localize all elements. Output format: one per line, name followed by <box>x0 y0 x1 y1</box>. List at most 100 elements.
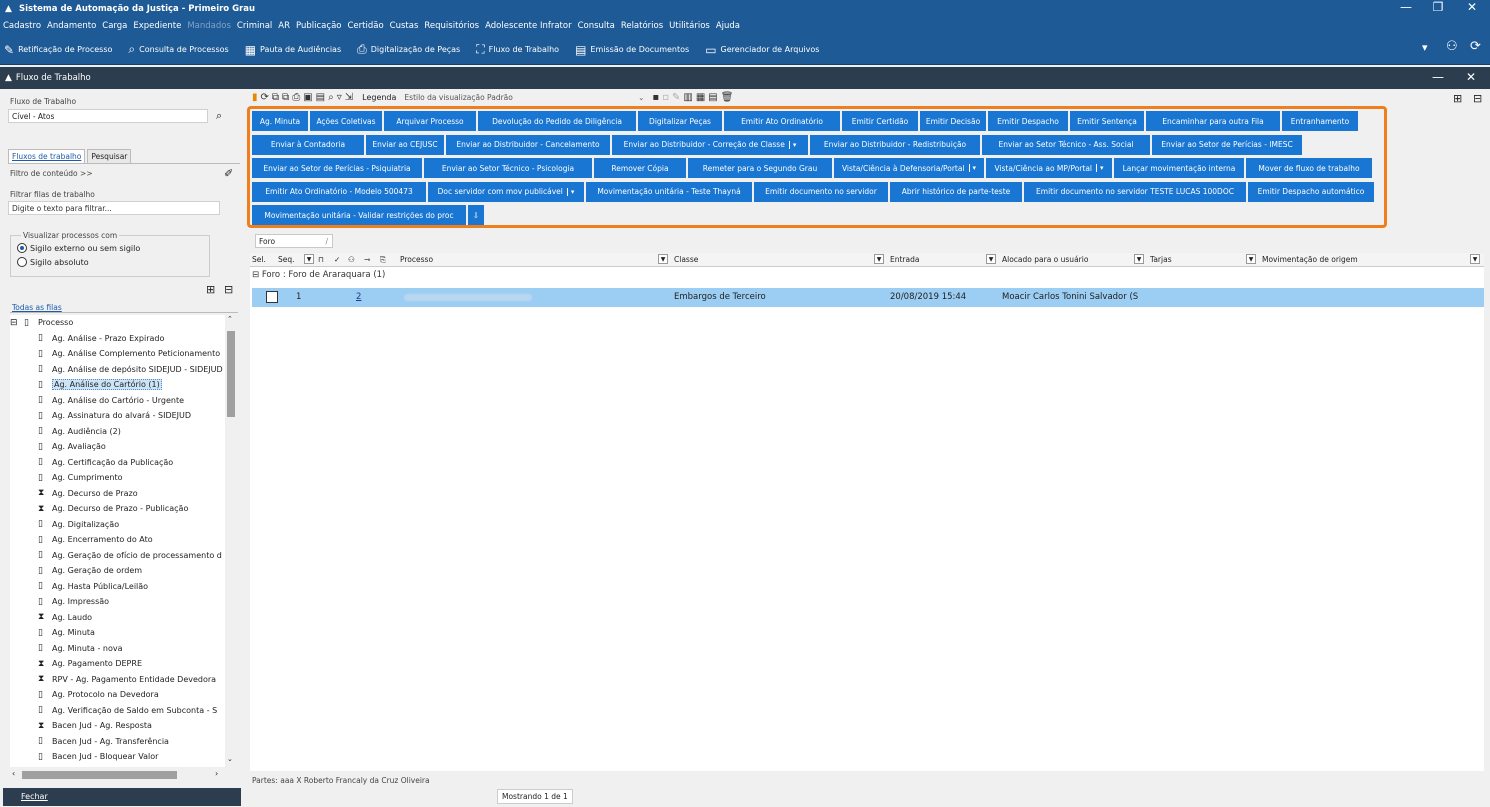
menu-item-15[interactable]: Ajuda <box>716 21 740 31</box>
tree-item[interactable]: ▯ Ag. Avaliação <box>10 439 225 455</box>
col-entrada[interactable]: Entrada <box>890 255 919 264</box>
zoom-icon[interactable]: ⌕ <box>328 92 334 103</box>
search-icon[interactable]: ⌕ <box>216 109 222 123</box>
print-icon[interactable]: ⎙ <box>292 92 300 103</box>
tree-item[interactable]: ▯ Bacen Jud - Ag. Transferência <box>10 734 225 750</box>
panel-close-button[interactable]: ✕ <box>1466 70 1476 84</box>
entrada-dropdown-icon[interactable]: ▼ <box>986 254 996 264</box>
scroll-thumb[interactable] <box>227 331 235 417</box>
menu-item-7[interactable]: Publicação <box>296 21 341 31</box>
refresh-icon[interactable]: ⟳ <box>261 92 269 103</box>
dropdown-arrow-icon[interactable]: ▾ <box>1422 41 1428 54</box>
action-button[interactable]: Devolução do Pedido de Diligência <box>478 111 636 131</box>
radio-sigilo-absoluto[interactable]: Sigilo absoluto <box>17 257 209 267</box>
action-button[interactable]: Encaminhar para outra Fila <box>1146 111 1280 131</box>
filtro-conteudo-link[interactable]: Filtro de conteúdo >> <box>10 169 93 178</box>
menu-item-6[interactable]: AR <box>278 21 290 31</box>
action-button[interactable]: Emitir documento no servidor TESTE LUCAS… <box>1024 181 1246 202</box>
seq-dropdown-icon[interactable]: ▼ <box>304 254 314 264</box>
columns-icon[interactable]: ▥ <box>683 92 692 103</box>
action-button[interactable]: Digitalizar Peças <box>638 111 722 131</box>
tree-item[interactable]: ▯ Ag. Encerramento do Ato <box>10 532 225 548</box>
radio-off-icon[interactable] <box>17 257 27 267</box>
new-icon[interactable]: ▮ <box>252 92 258 103</box>
delete-icon[interactable]: 🗑 <box>721 92 734 103</box>
tree-item[interactable]: ⧗ RPV - Ag. Pagamento Entidade Devedora <box>10 672 225 688</box>
filtrar-filas-input[interactable]: Digite o texto para filtrar... <box>8 201 220 215</box>
tree-item[interactable]: ▯ Ag. Impressão <box>10 594 225 610</box>
col-tarjas[interactable]: Tarjas <box>1150 255 1172 264</box>
people-icon[interactable]: ⚇ <box>348 255 355 264</box>
more-buttons-icon[interactable]: ⇩ <box>468 205 484 225</box>
bookmark-icon[interactable]: ⊓ <box>318 255 324 264</box>
layout-icon[interactable]: ▤ <box>708 92 717 103</box>
menu-item-12[interactable]: Consulta <box>578 21 615 31</box>
legenda-label[interactable]: Legenda <box>362 93 396 102</box>
tree-item[interactable]: ▯ Ag. Análise do Cartório - Urgente <box>10 393 225 409</box>
action-button[interactable]: Ações Coletivas <box>310 111 382 131</box>
action-button[interactable]: Emitir Ato Ordinatório <box>724 111 840 131</box>
menu-item-5[interactable]: Criminal <box>237 21 272 31</box>
expand-all-icon[interactable]: ⊞ <box>206 283 215 296</box>
tree-vertical-scrollbar[interactable]: ⌃ ⌄ <box>225 315 237 767</box>
split-caret-icon[interactable]: ▾ <box>788 140 796 149</box>
tree-collapse-icon[interactable]: ⊟ <box>1473 92 1482 105</box>
col-seq[interactable]: Seq. <box>278 255 295 264</box>
action-button[interactable]: Emitir Certidão <box>842 111 918 131</box>
action-button[interactable]: Enviar ao Distribuidor - Redistribuição <box>810 134 980 155</box>
close-window-button[interactable]: ✕ <box>1454 0 1490 17</box>
action-button[interactable]: Movimentação unitária - Teste Thayná <box>586 181 752 202</box>
restore-button[interactable]: ❐ <box>1420 0 1456 17</box>
todas-filas-tab[interactable]: Todas as filas <box>12 303 62 312</box>
action-button[interactable]: Remeter para o Segundo Grau <box>688 158 832 178</box>
action-button[interactable]: Abrir histórico de parte-teste <box>890 181 1022 202</box>
tree-item[interactable]: ⧗ Ag. Decurso de Prazo - Publicação <box>10 501 225 517</box>
menu-item-13[interactable]: Relatórios <box>621 21 663 31</box>
toolbar-item-5[interactable]: ▤ Emissão de Documentos <box>575 43 689 57</box>
split-caret-icon[interactable]: ▾ <box>968 164 976 172</box>
filter-icon[interactable]: ▿ <box>337 92 342 103</box>
tree-item[interactable]: ▯ Ag. Cumprimento <box>10 470 225 486</box>
chevron-down-icon[interactable]: ⌄ <box>638 93 644 102</box>
toolbar-item-4[interactable]: ⛶ Fluxo de Trabalho <box>476 42 559 57</box>
col-sel[interactable]: Sel. <box>252 255 266 264</box>
menu-item-3[interactable]: Expediente <box>133 21 181 31</box>
tree-item[interactable]: ▯ Ag. Análise - Prazo Expirado <box>10 331 225 347</box>
action-button[interactable]: Emitir documento no servidor <box>754 181 888 202</box>
action-button[interactable]: Enviar ao CEJUSC <box>366 134 444 155</box>
action-button[interactable]: Entranhamento <box>1282 111 1358 131</box>
tab-fluxos[interactable]: Fluxos de trabalho <box>8 149 86 163</box>
tree-item[interactable]: ▯ Ag. Geração de ordem <box>10 563 225 579</box>
collapse-icon[interactable]: ⊟ <box>10 318 20 328</box>
action-button[interactable]: Enviar ao Setor de Perícias - IMESC <box>1152 134 1302 155</box>
tree-item[interactable]: ▯ Ag. Protocolo na Devedora <box>10 687 225 703</box>
panel-minimize-button[interactable]: — <box>1432 70 1444 84</box>
tree-horizontal-scrollbar[interactable]: ‹ › <box>10 769 228 781</box>
tree-item[interactable]: ▯ Ag. Análise Complemento Peticionamento <box>10 346 225 362</box>
action-button[interactable]: Enviar à Contadoria <box>252 134 364 155</box>
table-row[interactable]: 1 2 Embargos de Terceiro 20/08/2019 15:4… <box>252 288 1484 307</box>
collapse-group-icon[interactable]: ⊟ <box>252 270 259 280</box>
tree-item[interactable]: ▯ Ag. Digitalização <box>10 517 225 533</box>
brush-icon[interactable]: ✐ <box>224 167 233 180</box>
tree-item[interactable]: ▯ Ag. Análise de depósito SIDEJUD - SIDEJ… <box>10 362 225 378</box>
scroll-left-icon[interactable]: ‹ <box>12 769 15 778</box>
tree-item[interactable]: ▯ Ag. Minuta - nova <box>10 641 225 657</box>
action-button[interactable]: Mover de fluxo de trabalho <box>1246 158 1372 178</box>
estilo-select[interactable]: Estilo da visualização Padrão ⌄ <box>404 93 644 102</box>
action-button[interactable]: Ag. Minuta <box>252 111 308 131</box>
col-classe[interactable]: Classe <box>674 255 698 264</box>
action-button[interactable]: Enviar ao Setor Técnico - Psicologia <box>424 158 592 178</box>
radio-sigilo-externo[interactable]: Sigilo externo ou sem sigilo <box>17 243 209 253</box>
split-caret-icon[interactable]: ▾ <box>566 187 574 196</box>
action-button[interactable]: Emitir Sentença <box>1070 111 1144 131</box>
tree-item[interactable]: ▯ Bacen Jud - Bloquear Valor <box>10 749 225 765</box>
row-checkbox[interactable] <box>266 291 278 303</box>
settings-icon[interactable]: ⟳ <box>1470 39 1481 54</box>
action-button[interactable]: Arquivar Processo <box>384 111 476 131</box>
action-button[interactable]: Emitir Despacho automático <box>1248 181 1374 202</box>
tree-expand-icon[interactable]: ⊞ <box>1453 92 1462 105</box>
action-button[interactable]: Emitir Decisão <box>920 111 986 131</box>
save-style-icon[interactable]: ▪ <box>652 92 659 103</box>
tree-item[interactable]: ▯ Ag. Assinatura do alvará - SIDEJUD <box>10 408 225 424</box>
